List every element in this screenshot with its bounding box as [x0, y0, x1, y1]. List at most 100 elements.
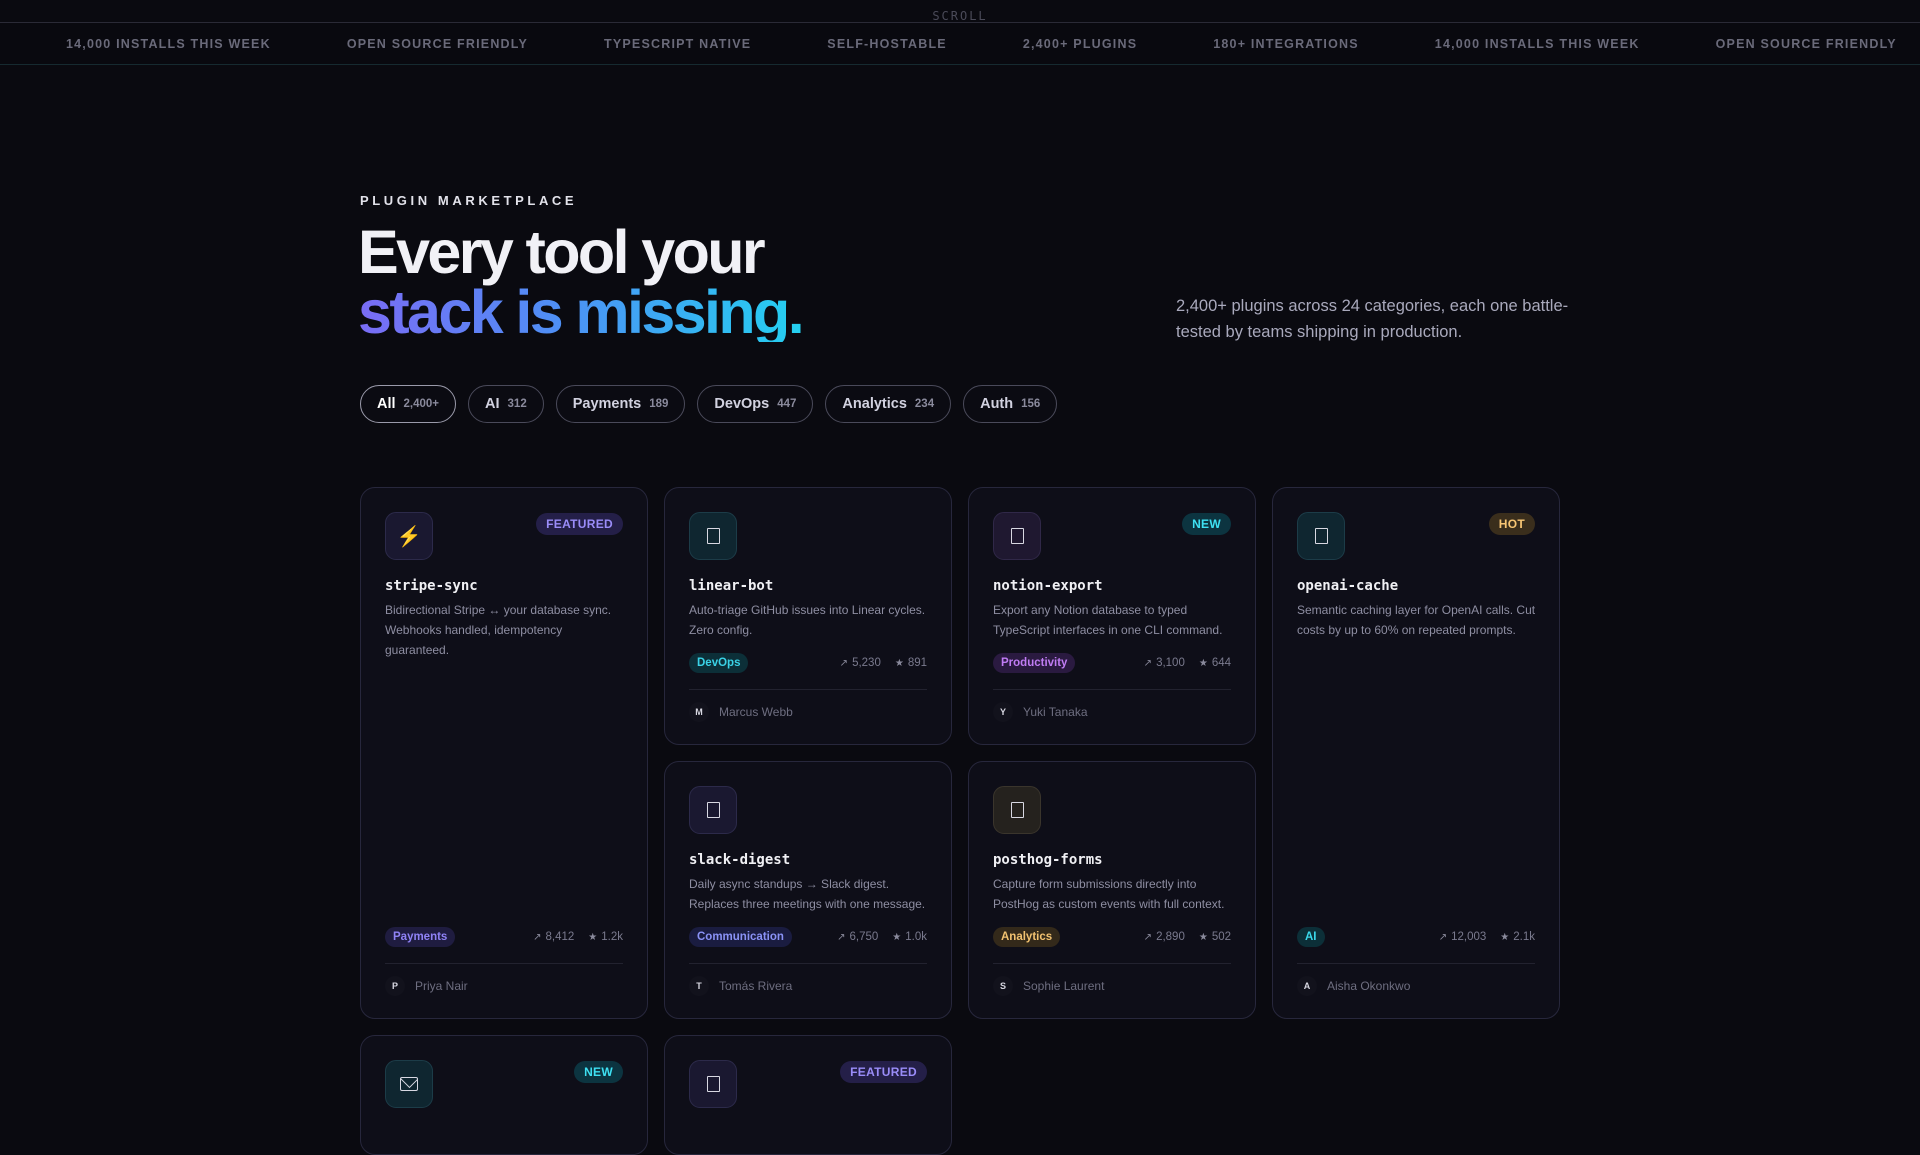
card-footer: Productivity ↗ 3,100 ★ 644: [993, 652, 1231, 674]
plugin-stats: ↗ 6,750 ★ 1.0k: [837, 931, 927, 943]
card-footer: AI ↗ 12,003 ★ 2.1k: [1297, 926, 1535, 948]
star-icon: ★: [892, 931, 902, 943]
featured-badge: FEATURED: [536, 513, 623, 535]
ticker-item: 2,400+ PLUGINS: [1022, 36, 1138, 51]
plugin-card-openai-cache[interactable]: HOT openai-cache Semantic caching layer …: [1272, 487, 1560, 1019]
ticker-item: OPEN SOURCE FRIENDLY: [346, 36, 529, 51]
plugin-name: openai-cache: [1297, 578, 1399, 594]
plugin-stats: ↗ 2,890 ★ 502: [1144, 931, 1231, 943]
plugin-card-slack-digest[interactable]: slack-digest Daily async standups → Slac…: [664, 761, 952, 1019]
install-count: ↗ 6,750: [837, 931, 878, 943]
plugin-card-notion-export[interactable]: NEW notion-export Export any Notion data…: [968, 487, 1256, 745]
plugin-description: Bidirectional Stripe ↔ your database syn…: [385, 603, 612, 657]
install-count: ↗ 8,412: [533, 931, 574, 943]
filter-chip-count: 234: [914, 398, 935, 410]
category-tag[interactable]: DevOps: [689, 653, 749, 673]
star-count: ★ 891: [895, 657, 927, 669]
author-name[interactable]: Priya Nair: [415, 976, 468, 996]
author-name[interactable]: Marcus Webb: [719, 702, 793, 722]
plugin-stats: ↗ 3,100 ★ 644: [1144, 657, 1231, 669]
star-count-value: 1.2k: [601, 931, 623, 943]
box-icon: [689, 1060, 737, 1108]
card-footer: DevOps ↗ 5,230 ★ 891: [689, 652, 927, 674]
category-tag[interactable]: Productivity: [993, 653, 1076, 673]
author-name[interactable]: Yuki Tanaka: [1023, 702, 1088, 722]
install-count-value: 5,230: [852, 657, 881, 669]
plugin-stats: ↗ 8,412 ★ 1.2k: [533, 931, 623, 943]
star-count-value: 2.1k: [1513, 931, 1535, 943]
star-count: ★ 502: [1199, 931, 1231, 943]
plugin-card-linear-bot[interactable]: linear-bot Auto-triage GitHub issues int…: [664, 487, 952, 745]
star-count: ★ 2.1k: [1500, 931, 1535, 943]
author-row: Y Yuki Tanaka: [993, 689, 1231, 722]
author-name[interactable]: Tomás Rivera: [719, 976, 792, 996]
category-tag[interactable]: AI: [1297, 927, 1325, 947]
trending-up-icon: ↗: [1143, 657, 1153, 669]
filter-chip-analytics[interactable]: Analytics 234: [825, 385, 952, 423]
install-count: ↗ 5,230: [840, 657, 881, 669]
plugin-card[interactable]: FEATURED: [664, 1035, 952, 1155]
plugin-card[interactable]: NEW: [360, 1035, 648, 1155]
plugin-name: posthog-forms: [993, 852, 1103, 868]
scroll-label: SCROLL: [932, 9, 988, 23]
filter-chip-label: DevOps: [714, 396, 770, 412]
lightning-icon: ⚡: [385, 512, 433, 560]
author-name[interactable]: Sophie Laurent: [1023, 976, 1104, 996]
author-name[interactable]: Aisha Okonkwo: [1327, 976, 1410, 996]
filter-chip-all[interactable]: All 2,400+: [360, 385, 457, 423]
headline-line-2: stack is missing.: [358, 278, 805, 346]
box-icon: [993, 512, 1041, 560]
category-tag[interactable]: Payments: [385, 927, 456, 947]
star-count-value: 644: [1211, 657, 1231, 669]
box-icon: [689, 512, 737, 560]
plugin-card-stripe-sync[interactable]: ⚡ FEATURED stripe-sync Bidirectional Str…: [360, 487, 648, 1019]
author-avatar: A: [1297, 976, 1317, 996]
ticker-item: OPEN SOURCE FRIENDLY: [1715, 36, 1897, 51]
filter-chip-count: 312: [507, 398, 527, 410]
install-count-value: 6,750: [849, 931, 879, 943]
ticker-item: TYPESCRIPT NATIVE: [604, 36, 752, 51]
filter-chip-count: 156: [1021, 398, 1041, 410]
star-icon: ★: [588, 931, 598, 943]
filter-chip-count: 2,400+: [403, 398, 440, 410]
author-avatar: S: [993, 976, 1013, 996]
plugin-name: linear-bot: [689, 578, 774, 594]
author-avatar: Y: [993, 702, 1013, 722]
star-icon: ★: [1198, 657, 1208, 669]
ticker-item: 14,000 INSTALLS THIS WEEK: [66, 36, 271, 51]
filter-chip-label: Payments: [572, 396, 642, 412]
ticker-item: 180+ INTEGRATIONS: [1213, 36, 1359, 51]
install-count-value: 2,890: [1156, 931, 1185, 943]
filter-chip-payments[interactable]: Payments 189: [555, 385, 686, 423]
filter-chip-ai[interactable]: AI 312: [468, 385, 544, 423]
hero-description: 2,400+ plugins across 24 categories, eac…: [1176, 297, 1569, 341]
hero-headline: Every tool your stack is missing.: [358, 218, 805, 346]
ticker-item: SELF-HOSTABLE: [827, 36, 947, 51]
install-count: ↗ 3,100: [1144, 657, 1185, 669]
plugin-stats: ↗ 12,003 ★ 2.1k: [1439, 931, 1535, 943]
filter-chip-devops[interactable]: DevOps 447: [697, 385, 814, 423]
filter-chip-label: AI: [485, 396, 500, 412]
star-count-value: 502: [1211, 931, 1231, 943]
install-count: ↗ 12,003: [1439, 931, 1487, 943]
box-icon: [993, 786, 1041, 834]
hot-badge: HOT: [1488, 513, 1535, 535]
trending-up-icon: ↗: [1438, 931, 1448, 943]
category-tag[interactable]: Communication: [689, 927, 792, 947]
plugin-description: Capture form submissions directly into P…: [993, 877, 1225, 911]
filter-chip-label: Analytics: [842, 396, 907, 412]
ticker-bar: 14,000 INSTALLS THIS WEEK OPEN SOURCE FR…: [0, 22, 1920, 65]
headline-line-1: Every tool your: [358, 218, 766, 286]
box-icon: [1297, 512, 1345, 560]
plugin-description: Semantic caching layer for OpenAI calls.…: [1297, 603, 1536, 637]
envelope-icon: [385, 1060, 433, 1108]
filter-chip-auth[interactable]: Auth 156: [963, 385, 1058, 423]
filter-chip-label: Auth: [980, 396, 1014, 412]
plugin-name: slack-digest: [689, 852, 791, 868]
category-tag[interactable]: Analytics: [993, 927, 1061, 947]
author-row: T Tomás Rivera: [689, 963, 927, 996]
author-avatar: P: [385, 976, 405, 996]
star-icon: ★: [1500, 931, 1510, 943]
plugin-card-posthog-forms[interactable]: posthog-forms Capture form submissions d…: [968, 761, 1256, 1019]
plugin-name: stripe-sync: [385, 578, 478, 594]
